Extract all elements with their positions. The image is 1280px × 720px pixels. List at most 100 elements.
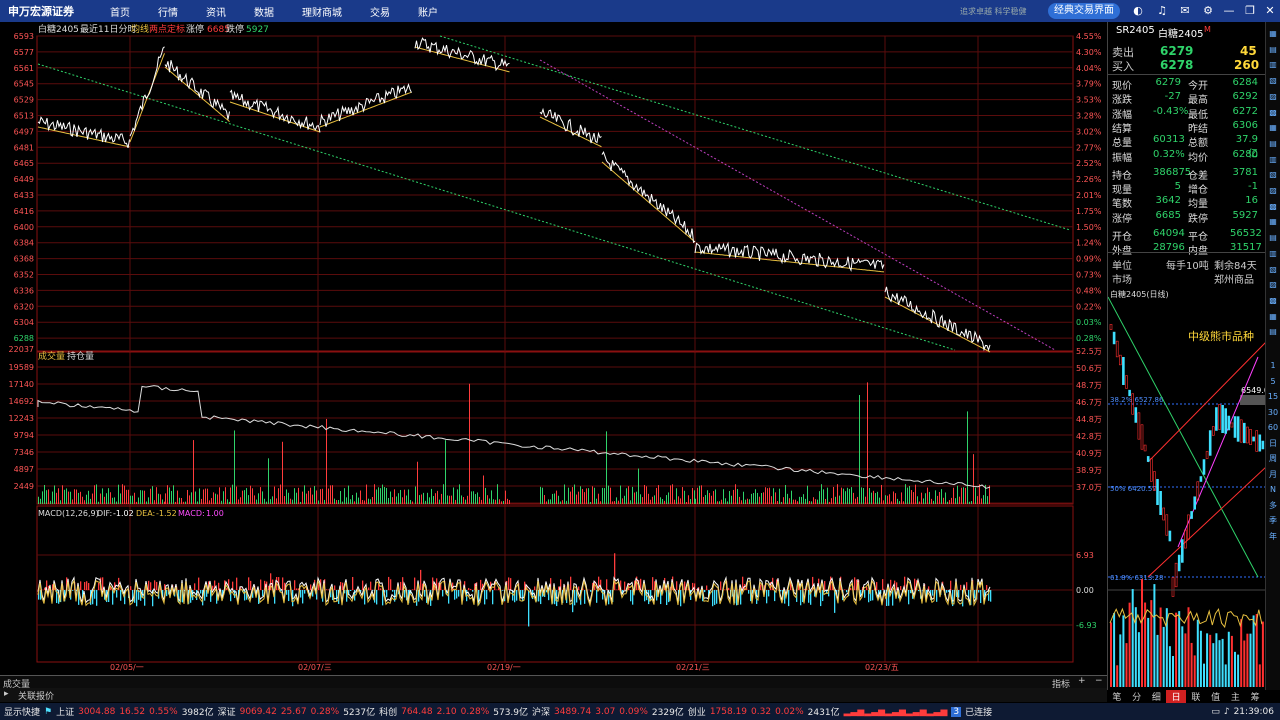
volume-bar [608, 485, 609, 504]
show-shortcut[interactable]: 显示快捷 [4, 705, 40, 718]
collapse-icon[interactable]: ▸ [4, 689, 9, 699]
tool-icon[interactable]: ▨ [1267, 91, 1279, 103]
tool-icon[interactable]: ▤ [1267, 232, 1279, 244]
tool-icon[interactable]: ▥ [1267, 248, 1279, 260]
period-button[interactable]: 30 [1267, 407, 1279, 419]
tab-fen[interactable]: 分 [1127, 690, 1147, 703]
volume-bar [614, 501, 615, 504]
period-button[interactable]: 15 [1267, 391, 1279, 403]
menu-account[interactable]: 账户 [418, 4, 438, 19]
tool-icon[interactable]: ▦ [1267, 122, 1279, 134]
period-button[interactable]: 月 [1267, 469, 1279, 481]
hs-label[interactable]: 沪深 [532, 705, 550, 718]
volume-bar [181, 498, 182, 504]
daily-candle [1252, 436, 1255, 442]
tool-icon[interactable]: ▨ [1267, 185, 1279, 197]
period-button[interactable]: 季 [1267, 515, 1279, 527]
period-button[interactable]: 5 [1267, 376, 1279, 388]
tab-xi[interactable]: 细 [1147, 690, 1167, 703]
intraday-chart-area[interactable]: 白糖2405 最近11日分时 均线 两点定标 涨停 6685 跌停 5927 6… [0, 22, 1107, 675]
macd-bar [630, 590, 632, 602]
sz-label[interactable]: 深证 [218, 705, 236, 718]
tool-icon[interactable]: ▧ [1267, 264, 1279, 276]
tool-icon[interactable]: ▦ [1267, 216, 1279, 228]
volume-bar [733, 489, 734, 504]
tool-icon[interactable]: ▦ [1267, 311, 1279, 323]
theme-icon[interactable]: ◐ [1131, 4, 1145, 18]
tab-lian[interactable]: 联 [1186, 690, 1206, 703]
period-button[interactable]: 60 [1267, 422, 1279, 434]
tool-icon[interactable]: ▤ [1267, 326, 1279, 338]
tool-icon[interactable]: ▤ [1267, 44, 1279, 56]
cy-label[interactable]: 创业 [688, 705, 706, 718]
tool-icon[interactable]: ▧ [1267, 169, 1279, 181]
volume-bar [658, 485, 659, 504]
menu-market[interactable]: 行情 [158, 4, 178, 19]
tool-icon[interactable]: ▩ [1267, 295, 1279, 307]
gear-icon[interactable]: ⚙ [1201, 4, 1215, 18]
daily-volume-bar [1246, 633, 1249, 687]
tool-icon[interactable]: ▩ [1267, 107, 1279, 119]
daily-kline-panel[interactable]: 白糖2405(日线) 中级熊市品种 38.2% 6527.86 50% 6420… [1107, 287, 1269, 690]
tab-bi[interactable]: 笔 [1107, 690, 1127, 703]
macd-bar [480, 579, 482, 590]
volume-bar [451, 495, 452, 504]
quote-row: 开仓 64094 平仓 56532 [1108, 228, 1266, 243]
daily-candle [1255, 430, 1258, 452]
minus-icon[interactable]: − [1095, 676, 1103, 686]
tool-icon[interactable]: ▥ [1267, 154, 1279, 166]
period-button[interactable]: 1 [1267, 360, 1279, 372]
oi-tick: 48.7万 [1076, 381, 1102, 390]
tool-icon[interactable]: ▨ [1267, 279, 1279, 291]
flag-icon[interactable]: ⚑ [44, 707, 52, 717]
lock-icon[interactable]: ▭ [1211, 707, 1220, 717]
ticker-strip-icon[interactable]: ▂▃▅▂▃▅▂▃▅▂▃▅▂▃▅ [844, 707, 948, 717]
related-quote-label[interactable]: 关联报价 [18, 689, 54, 702]
daily-volume-bar [1199, 630, 1202, 687]
cy-pct: 0.02% [775, 706, 804, 717]
volume-bar [823, 489, 824, 504]
headset-icon[interactable]: ♫ [1155, 4, 1169, 18]
volume-tick: 7346 [14, 448, 34, 457]
close-icon[interactable]: ✕ [1263, 4, 1277, 18]
tab-zhi[interactable]: 值 [1206, 690, 1226, 703]
tab-chou[interactable]: 筹 [1245, 690, 1265, 703]
volume-bar [883, 500, 884, 504]
restore-icon[interactable]: ❐ [1243, 4, 1257, 18]
period-button[interactable]: N [1267, 484, 1279, 496]
volume-bar [272, 496, 273, 504]
sh-label[interactable]: 上证 [56, 705, 74, 718]
menu-news[interactable]: 资讯 [206, 4, 226, 19]
tool-icon[interactable]: ▩ [1267, 201, 1279, 213]
pct-tick: 0.28% [1076, 334, 1102, 343]
add-icon[interactable]: + [1078, 676, 1086, 686]
chart-canvas[interactable]: 白糖2405 最近11日分时 均线 两点定标 涨停 6685 跌停 5927 6… [0, 22, 1107, 675]
period-button[interactable]: 多 [1267, 500, 1279, 512]
tool-icon[interactable]: ▧ [1267, 75, 1279, 87]
menu-trade[interactable]: 交易 [370, 4, 390, 19]
tab-zhu[interactable]: 主 [1226, 690, 1246, 703]
macd-bar [892, 590, 894, 606]
tool-icon[interactable]: ▦ [1267, 28, 1279, 40]
menu-mall[interactable]: 理财商城 [302, 4, 342, 19]
daily-candle [1190, 511, 1193, 519]
menu-home[interactable]: 首页 [110, 4, 130, 19]
daily-volume-bar [1153, 584, 1156, 687]
volume-bar [86, 494, 87, 504]
menu-data[interactable]: 数据 [254, 4, 274, 19]
macd-bar [528, 590, 530, 627]
minimize-icon[interactable]: — [1222, 4, 1236, 18]
volume-bar [719, 501, 720, 504]
kc-label[interactable]: 科创 [379, 705, 397, 718]
classic-trade-button[interactable]: 经典交易界面 [1048, 3, 1120, 19]
tool-icon[interactable]: ▥ [1267, 59, 1279, 71]
tab-ri[interactable]: 日 [1166, 690, 1186, 703]
tool-icon[interactable]: ▤ [1267, 138, 1279, 150]
period-button[interactable]: 日 [1267, 438, 1279, 450]
period-button[interactable]: 年 [1267, 531, 1279, 543]
mail-icon[interactable]: ✉ [1178, 4, 1192, 18]
period-button[interactable]: 周 [1267, 453, 1279, 465]
daily-candle [1181, 539, 1184, 563]
volume-bar [56, 492, 57, 504]
sound-icon[interactable]: ♪ [1224, 707, 1230, 717]
